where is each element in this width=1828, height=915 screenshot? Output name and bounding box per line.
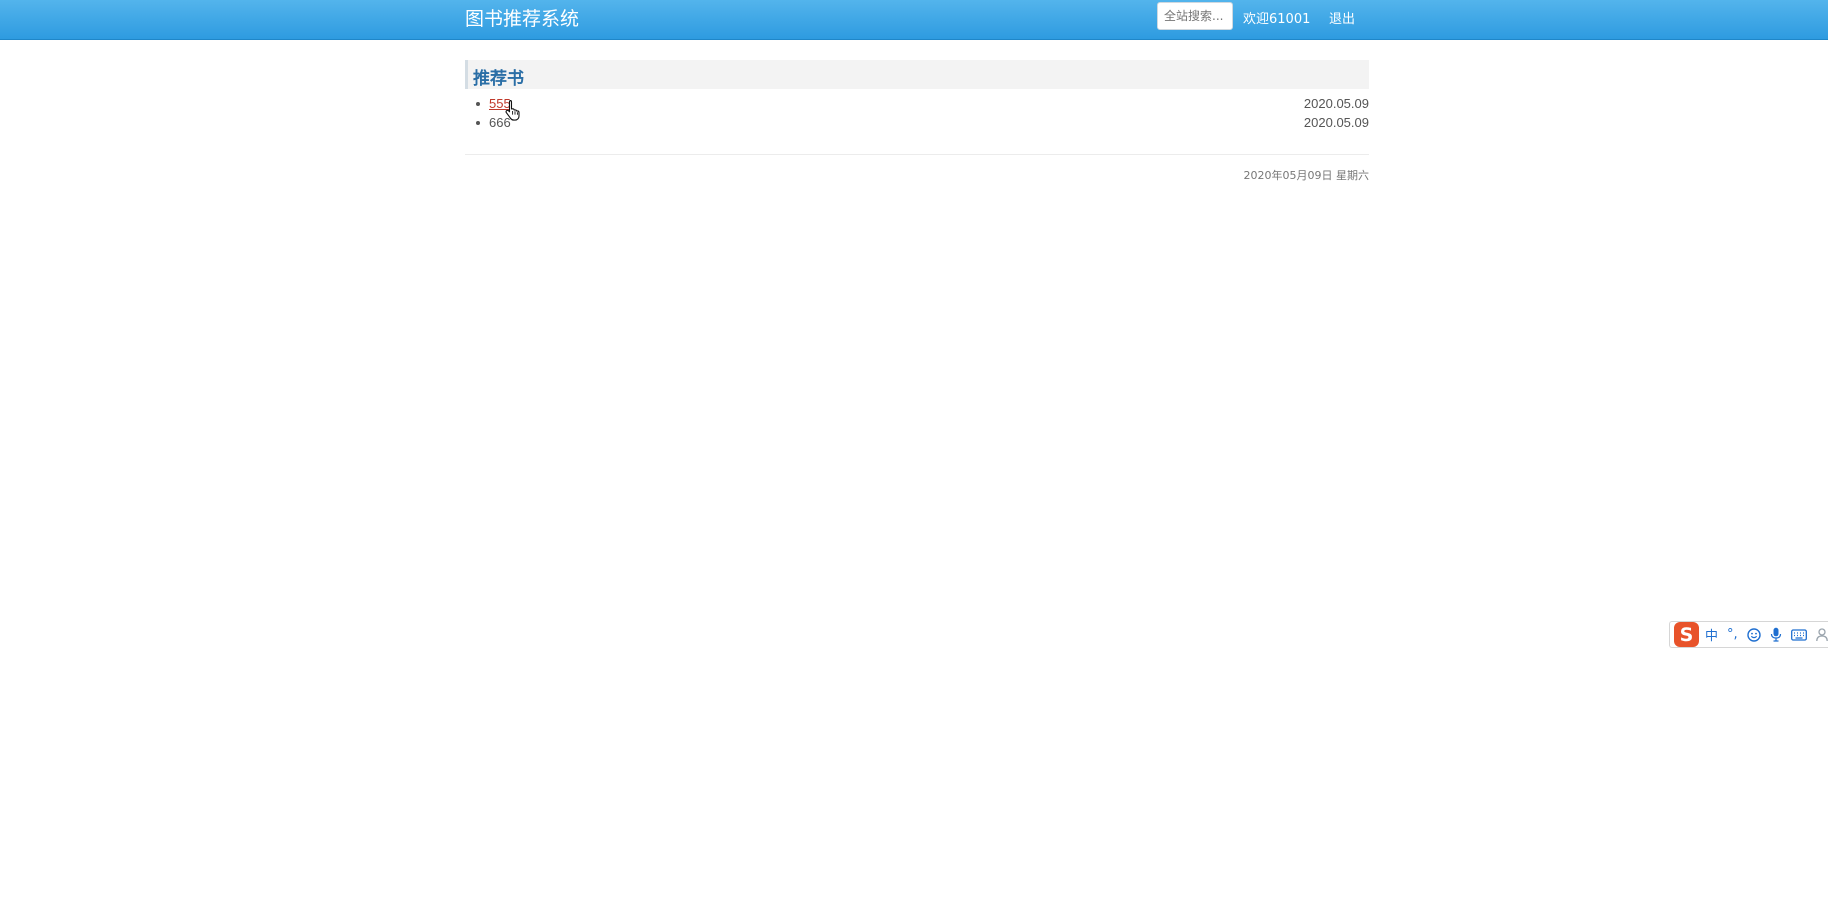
ime-punctuation-toggle[interactable]: °, — [1727, 627, 1738, 642]
footer-date: 2020年05月09日 星期六 — [1243, 169, 1370, 182]
emoji-icon[interactable] — [1746, 627, 1761, 642]
section-title: 推荐书 — [473, 69, 524, 89]
top-navbar: 图书推荐系统 欢迎61001 退出 — [0, 0, 1828, 40]
list-item: 555 2020.05.09 — [465, 94, 1369, 113]
bullet-icon — [476, 121, 480, 125]
list-item: 666 2020.05.09 — [465, 113, 1369, 132]
welcome-user-text: 欢迎61001 — [1243, 12, 1311, 27]
navbar-container: 图书推荐系统 欢迎61001 退出 — [465, 0, 1369, 40]
recommended-book-list: 555 2020.05.09 666 2020.05.09 — [465, 94, 1369, 132]
book-date: 2020.05.09 — [1303, 115, 1369, 130]
keyboard-icon[interactable] — [1790, 628, 1807, 641]
ime-mode-toggle[interactable]: 中 — [1705, 625, 1718, 644]
main-content: 推荐书 555 2020.05.09 666 2020.05.09 2020年0… — [465, 60, 1369, 183]
site-search-input[interactable] — [1157, 2, 1233, 30]
content-divider — [465, 154, 1369, 155]
user-settings-icon[interactable] — [1815, 627, 1828, 642]
microphone-icon[interactable] — [1770, 627, 1782, 642]
hand-cursor-icon — [505, 99, 520, 121]
ime-logo[interactable]: S — [1674, 622, 1699, 647]
book-date: 2020.05.09 — [1303, 96, 1369, 111]
site-brand[interactable]: 图书推荐系统 — [465, 4, 579, 31]
section-header: 推荐书 — [465, 60, 1369, 89]
ime-toolbar: S 中 °, — [1669, 621, 1828, 648]
bullet-icon — [476, 102, 480, 106]
logout-link[interactable]: 退出 — [1329, 8, 1355, 27]
